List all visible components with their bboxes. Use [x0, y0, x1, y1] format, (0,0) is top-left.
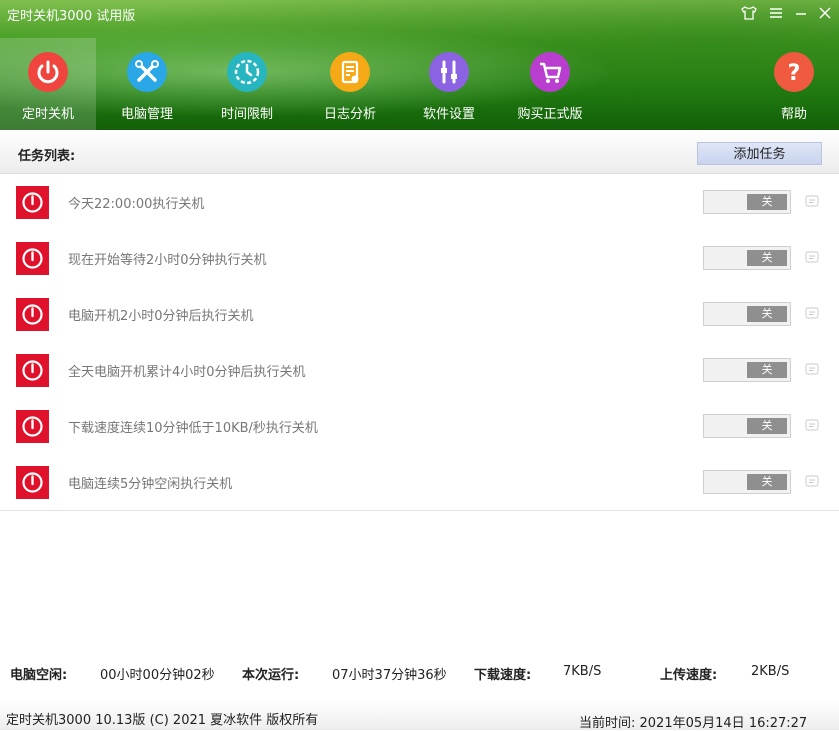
svg-text:?: ?: [788, 61, 801, 86]
power-icon: [16, 466, 49, 499]
nav-label: 帮助: [780, 107, 807, 122]
footer: 定时关机3000 10.13版 (C) 2021 夏冰软件 版权所有 当前时间:…: [0, 700, 839, 731]
edit-icon[interactable]: [805, 418, 819, 432]
task-toggle[interactable]: 关: [703, 246, 791, 270]
power-icon: [16, 354, 49, 387]
close-icon[interactable]: [814, 3, 836, 23]
nav-label: 时间限制: [220, 107, 273, 122]
task-description: 全天电脑开机累计4小时0分钟后执行关机: [68, 365, 306, 380]
nav-time-limit[interactable]: 时间限制: [199, 38, 295, 130]
toggle-state: 关: [747, 194, 787, 210]
task-list-header: 任务列表: 添加任务: [0, 130, 839, 174]
run-label: 本次运行:: [242, 668, 300, 683]
app-header: 定时关机3000 试用版 定时关机 电脑管理 时间限制 日志分析 软件设置 购买…: [0, 0, 839, 130]
upload-label: 上传速度:: [660, 668, 718, 683]
power-icon: [16, 410, 49, 443]
toggle-state: 关: [747, 250, 787, 266]
run-value: 07小时37分钟36秒: [332, 668, 447, 683]
nav-log-analysis[interactable]: 日志分析: [302, 38, 398, 130]
power-icon: [16, 242, 49, 275]
task-row[interactable]: 电脑开机2小时0分钟后执行关机 关: [0, 286, 839, 343]
toggle-state: 关: [747, 306, 787, 322]
add-task-button[interactable]: 添加任务: [697, 142, 822, 165]
nav-label: 电脑管理: [120, 107, 173, 122]
power-icon: [16, 298, 49, 331]
idle-value: 00小时00分钟02秒: [100, 668, 215, 683]
nav-software-settings[interactable]: 软件设置: [401, 38, 497, 130]
task-description: 电脑开机2小时0分钟后执行关机: [68, 309, 254, 324]
nav-label: 购买正式版: [517, 107, 583, 122]
edit-icon[interactable]: [805, 306, 819, 320]
idle-label: 电脑空闲:: [10, 668, 68, 683]
settings-icon: [429, 52, 469, 92]
nav-help[interactable]: ? 帮助: [746, 38, 839, 130]
task-row[interactable]: 下载速度连续10分钟低于10KB/秒执行关机 关: [0, 398, 839, 455]
nav-buy-full-version[interactable]: 购买正式版: [502, 38, 598, 130]
task-description: 电脑连续5分钟空闲执行关机: [68, 477, 233, 492]
task-toggle[interactable]: 关: [703, 470, 791, 494]
toggle-state: 关: [747, 362, 787, 378]
timer-icon: [227, 52, 267, 92]
upload-value: 2KB/S: [751, 664, 790, 679]
task-row[interactable]: 现在开始等待2小时0分钟执行关机 关: [0, 230, 839, 287]
current-time: 当前时间: 2021年05月14日 16:27:27: [579, 716, 808, 731]
toggle-state: 关: [747, 418, 787, 434]
nav-shutdown[interactable]: 定时关机: [0, 38, 96, 130]
menu-icon[interactable]: [765, 3, 787, 23]
power-icon: [16, 186, 49, 219]
download-label: 下载速度:: [474, 668, 532, 683]
edit-icon[interactable]: [805, 250, 819, 264]
task-description: 今天22:00:00执行关机: [68, 197, 205, 212]
task-description: 下载速度连续10分钟低于10KB/秒执行关机: [68, 421, 318, 436]
nav-pc-management[interactable]: 电脑管理: [99, 38, 195, 130]
minimize-icon[interactable]: [790, 3, 812, 23]
task-toggle[interactable]: 关: [703, 190, 791, 214]
download-value: 7KB/S: [563, 664, 602, 679]
task-row[interactable]: 今天22:00:00执行关机 关: [0, 174, 839, 231]
log-icon: [330, 52, 370, 92]
task-toggle[interactable]: 关: [703, 414, 791, 438]
nav-label: 日志分析: [323, 107, 376, 122]
task-description: 现在开始等待2小时0分钟执行关机: [68, 253, 267, 268]
window-title: 定时关机3000 试用版: [7, 9, 136, 24]
copyright-text: 定时关机3000 10.13版 (C) 2021 夏冰软件 版权所有: [6, 713, 319, 728]
edit-icon[interactable]: [805, 362, 819, 376]
task-row[interactable]: 电脑连续5分钟空闲执行关机 关: [0, 454, 839, 511]
edit-icon[interactable]: [805, 474, 819, 488]
nav-label: 软件设置: [422, 107, 475, 122]
task-row[interactable]: 全天电脑开机累计4小时0分钟后执行关机 关: [0, 342, 839, 399]
shirt-icon[interactable]: [738, 3, 760, 23]
nav-label: 定时关机: [21, 107, 74, 122]
help-icon: ?: [774, 52, 814, 92]
tools-icon: [127, 52, 167, 92]
cart-icon: [530, 52, 570, 92]
task-list-title: 任务列表:: [18, 149, 76, 164]
toggle-state: 关: [747, 474, 787, 490]
edit-icon[interactable]: [805, 194, 819, 208]
task-toggle[interactable]: 关: [703, 358, 791, 382]
power-icon: [28, 52, 68, 92]
task-toggle[interactable]: 关: [703, 302, 791, 326]
